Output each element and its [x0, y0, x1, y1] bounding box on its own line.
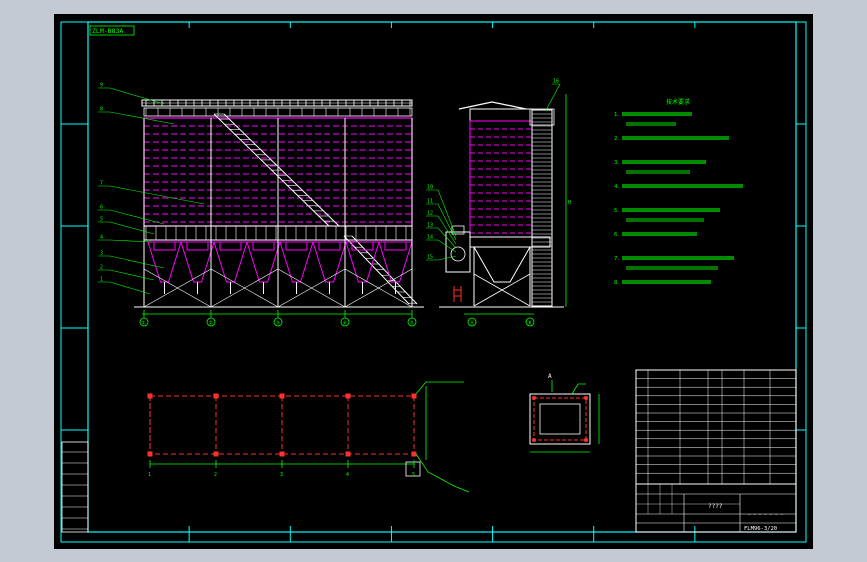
elevation-axis-label: ①	[142, 321, 147, 327]
callout-number: 13	[427, 223, 433, 229]
front-elevation: ① ② ③ ④ ⑤ 1 2 3 4 5 6 7 8 9	[98, 83, 424, 327]
hoppers	[147, 241, 413, 294]
callout-number: 16	[553, 79, 559, 85]
cad-drawing: ZLM-B83A ① ② ③ ④ ⑤ 123456789 Ⓐ Ⓑ 10111213141…	[60, 21, 807, 543]
code-box-label: ZLM-B83A	[92, 27, 123, 35]
elevation-axis-5: ⑤	[407, 317, 417, 327]
callout-number: 9	[100, 83, 103, 89]
side-axis-2: Ⓑ	[525, 317, 535, 327]
svg-text:H: H	[568, 200, 571, 206]
elevation-axis-label: ⑤	[410, 321, 415, 327]
detail-label: A	[548, 373, 552, 380]
elevation-axis-label: ③	[276, 321, 281, 327]
callout-number: 12	[427, 211, 433, 217]
callout-number: 15	[427, 255, 433, 261]
callout-number: 3	[100, 251, 103, 257]
callout-number: 10	[427, 185, 433, 191]
callout-number: 14	[427, 235, 433, 241]
callout-number: 5	[100, 217, 103, 223]
side-callout-16: 16	[545, 79, 561, 111]
callout-number: 2	[100, 265, 103, 271]
note-line: 4.	[614, 184, 621, 190]
svg-text:技术要求: 技术要求	[666, 98, 690, 106]
note-line: 1.	[614, 112, 621, 118]
elevation-callouts: 1 2 3 4 5 6 7 8 9	[98, 83, 205, 295]
plan-axis-label: 2	[214, 472, 217, 478]
elevation-axis-4: ④	[340, 317, 350, 327]
callout-2: 2	[98, 265, 155, 281]
title-block-title: ????	[708, 503, 723, 510]
callout-number: 7	[100, 181, 103, 187]
callout-3: 3	[98, 251, 165, 269]
side-axis-1: Ⓐ	[467, 317, 477, 327]
elevation-axis-label: ④	[343, 321, 348, 327]
callout-8: 8	[98, 107, 175, 125]
elevation-axis-1: ①	[139, 317, 149, 327]
side-axis-markers: Ⓐ Ⓑ	[467, 317, 535, 327]
side-axis-label: Ⓑ	[528, 320, 533, 327]
elevation-axis-2: ②	[206, 317, 216, 327]
callout-1: 1	[98, 277, 151, 295]
plan-axis-label: 5	[412, 472, 415, 478]
plan-axis-label: 3	[280, 472, 283, 478]
elevation-axis-3: ③	[273, 317, 283, 327]
plan-axis-label: 1	[148, 472, 151, 478]
elevation-axis-markers: ① ② ③ ④ ⑤	[139, 317, 417, 327]
foundation-plan: 1 2 3 4 5	[147, 381, 470, 493]
callout-7: 7	[98, 181, 205, 205]
detail-a: A	[529, 373, 600, 453]
note-line: 8.	[614, 280, 621, 286]
callout-9: 9	[98, 83, 165, 105]
callout-number: 8	[100, 107, 103, 113]
drawing-canvas[interactable]: ZLM-B83A ① ② ③ ④ ⑤ 1 2 3 4 5 6 7 8 9 Ⓐ Ⓑ 10 …	[54, 14, 813, 549]
note-line: 7.	[614, 256, 621, 262]
callout-number: 6	[100, 205, 103, 211]
technical-notes: 技术要求 1. 2. 3. 4. 5. 6. 7. 8.	[614, 98, 743, 286]
side-elevation: Ⓐ Ⓑ 10111213141516 H	[426, 79, 571, 327]
callout-number: 4	[100, 235, 103, 241]
side-axis-label: Ⓐ	[470, 320, 475, 327]
note-line: 2.	[614, 136, 621, 142]
code-box: ZLM-B83A	[89, 25, 135, 36]
drawing-number: FLM96-3/20	[744, 526, 777, 532]
callout-number: 11	[427, 199, 433, 205]
callout-number: 1	[100, 277, 103, 283]
note-line: 5.	[614, 208, 621, 214]
parts-list	[635, 369, 797, 485]
note-line: 3.	[614, 160, 621, 166]
revision-table	[61, 441, 89, 533]
elevation-axis-label: ②	[209, 321, 214, 327]
title-block: ???? FLM96-3/20 _ _ _ _ _ _ _	[635, 483, 797, 533]
svg-text:_ _ _ _ _ _ _: _ _ _ _ _ _ _	[748, 511, 784, 516]
plan-axis-label: 4	[346, 472, 349, 478]
note-line: 6.	[614, 232, 621, 238]
